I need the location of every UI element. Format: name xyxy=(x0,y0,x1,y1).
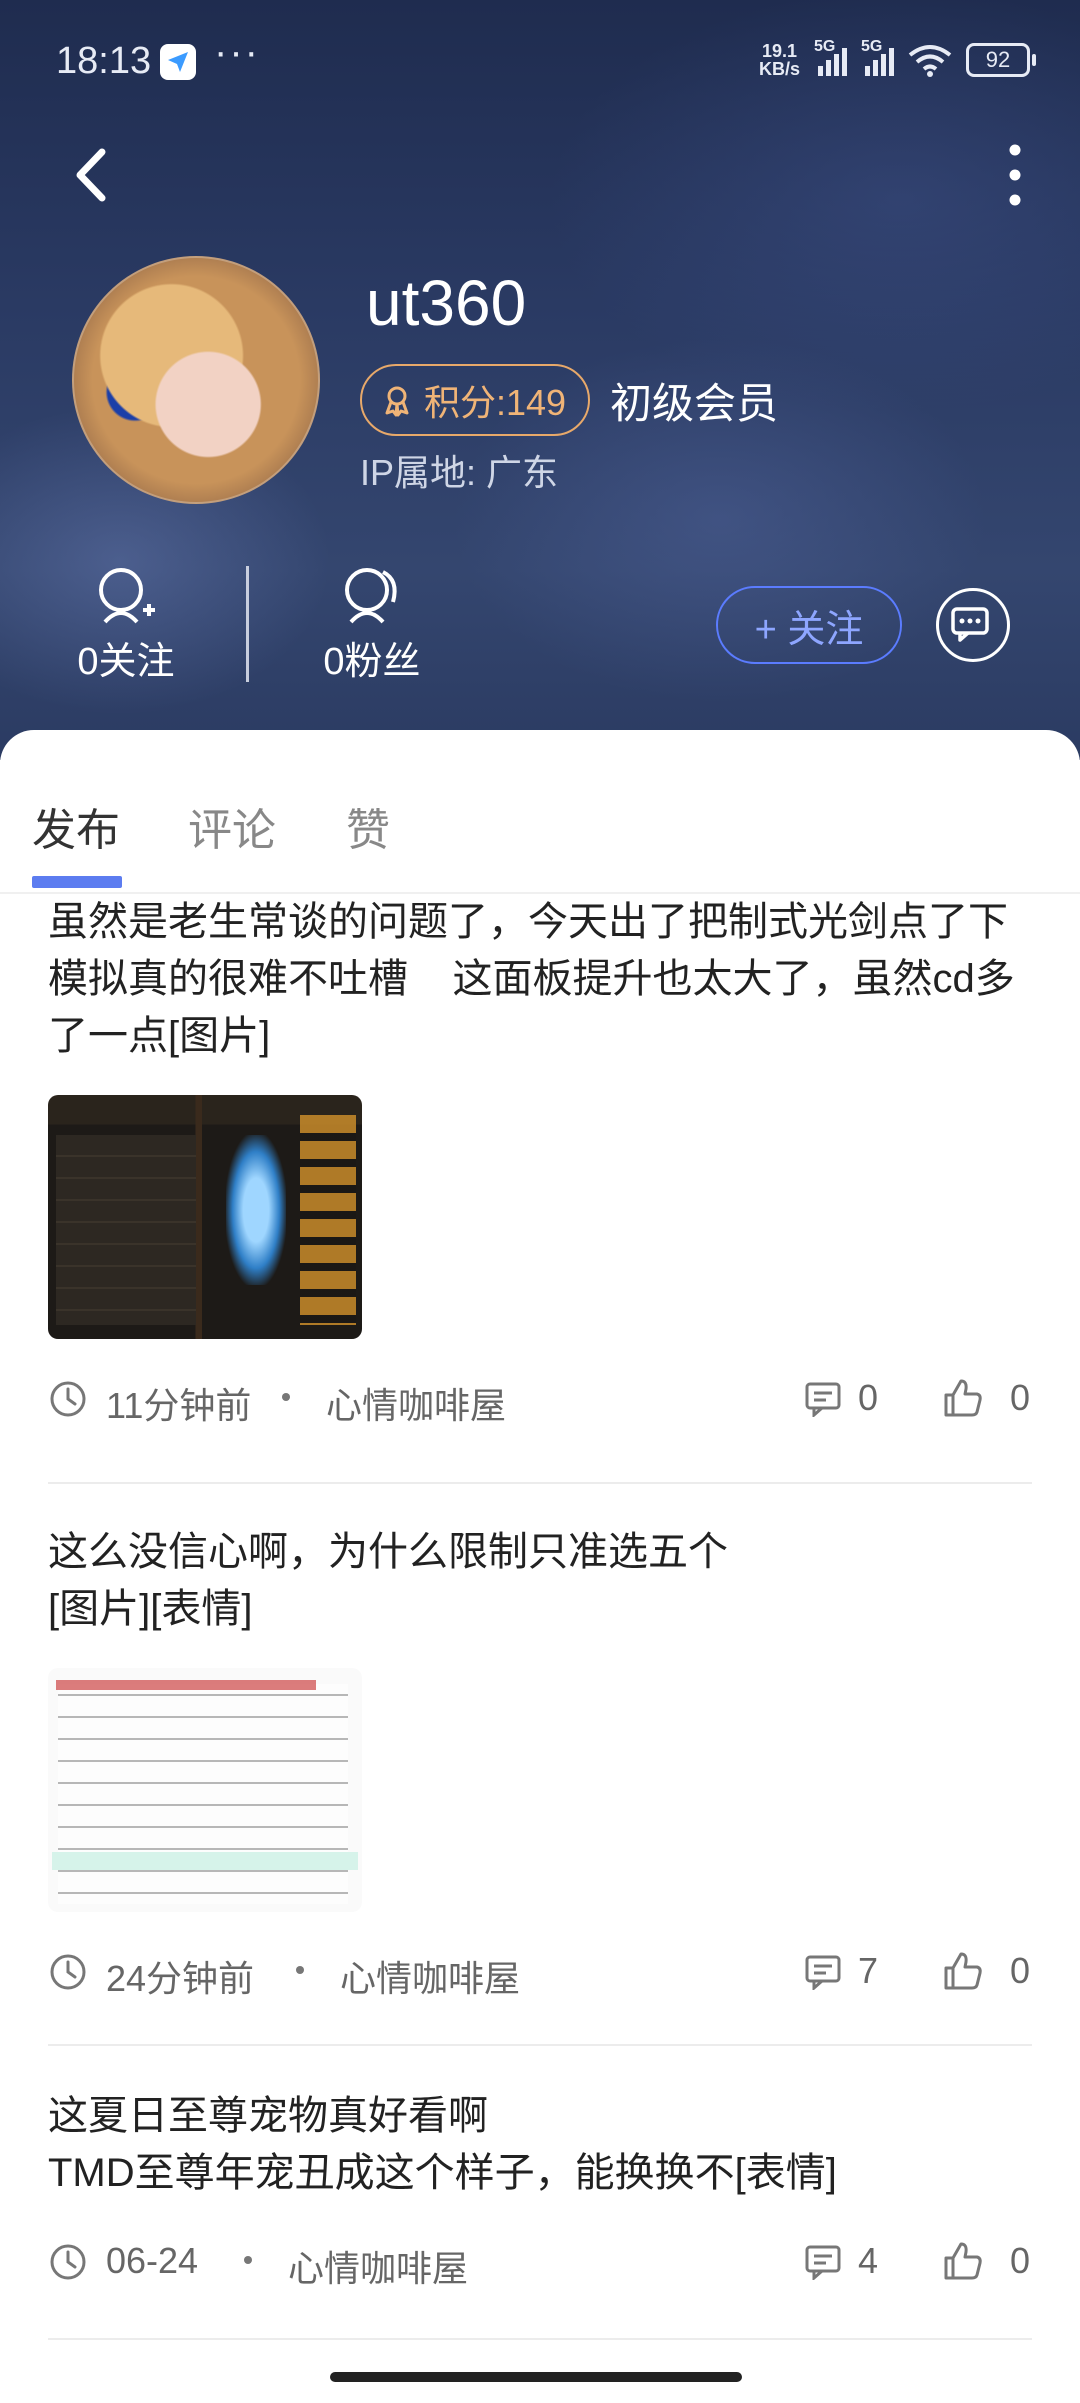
clock-icon xyxy=(50,2244,86,2280)
users-icon xyxy=(337,566,407,626)
following-count[interactable]: 0关注 xyxy=(66,566,186,685)
network-speed: 19.1 KB/s xyxy=(758,41,800,79)
like-count: 0 xyxy=(1010,2240,1031,2281)
post-text: 虽然是老生常谈的问题了，今天出了把制式光剑点了下模拟真的很难不吐槽 这面板提升也… xyxy=(48,900,1015,1058)
comment-icon[interactable] xyxy=(804,2244,842,2280)
post-image[interactable] xyxy=(48,1668,362,1912)
post-time: 24分钟前 xyxy=(106,1958,255,1999)
thumbs-up-icon[interactable] xyxy=(942,1377,984,1419)
thumbs-up-icon[interactable] xyxy=(942,2240,984,2282)
separator-dot xyxy=(244,2256,252,2264)
comment-count: 4 xyxy=(858,2240,879,2281)
status-indicators: 19.1 KB/s 5G 5G 92 xyxy=(758,38,1036,79)
post-meta: 24分钟前 心情咖啡屋 7 0 xyxy=(48,1944,1032,2004)
separator-dot xyxy=(282,1393,290,1401)
stats-divider xyxy=(246,566,249,682)
member-level: 初级会员 xyxy=(610,380,779,427)
chevron-left-icon xyxy=(76,148,106,202)
fans-count[interactable]: 0粉丝 xyxy=(312,566,432,685)
post-time: 11分钟前 xyxy=(106,1385,252,1426)
tab-bar: 发布 评论 赞 xyxy=(0,766,1080,894)
clock-icon xyxy=(50,1381,86,1417)
username: ut360 xyxy=(366,267,527,339)
ip-location: IP属地: 广东 xyxy=(360,452,559,493)
tab-publish[interactable]: 发布 xyxy=(32,794,120,858)
tab-likes[interactable]: 赞 xyxy=(346,794,390,858)
post-time: 06-24 xyxy=(106,2240,199,2281)
comment-count: 7 xyxy=(858,1950,879,1991)
post-meta: 11分钟前 心情咖啡屋 0 0 xyxy=(48,1371,1032,1431)
score-badge[interactable]: 积分:149 xyxy=(360,364,591,436)
more-options-button[interactable] xyxy=(990,140,1040,210)
separator-dot xyxy=(296,1966,304,1974)
tab-comments[interactable]: 评论 xyxy=(188,794,276,858)
wifi-icon xyxy=(908,45,952,77)
status-bar: 18:13 ··· 19.1 KB/s 5G 5G 92 xyxy=(0,0,1080,120)
post-category[interactable]: 心情咖啡屋 xyxy=(326,1377,506,1429)
post-meta: 06-24 心情咖啡屋 4 0 xyxy=(48,2234,1032,2294)
post-image[interactable] xyxy=(48,1095,362,1339)
like-count: 0 xyxy=(1010,1950,1031,1991)
chat-icon xyxy=(951,607,989,642)
follow-button[interactable]: + 关注 xyxy=(716,586,902,664)
signal-icon: 5G xyxy=(814,38,847,76)
post-category[interactable]: 心情咖啡屋 xyxy=(340,1950,520,2002)
avatar[interactable] xyxy=(72,256,320,504)
back-button[interactable] xyxy=(60,140,130,210)
battery-indicator: 92 xyxy=(966,43,1036,77)
status-time: 18:13 xyxy=(56,40,152,82)
active-tab-indicator xyxy=(32,876,122,888)
post-divider xyxy=(48,2044,1032,2046)
post-text: 这么没信心啊，为什么限制只准选五个 [图片][表情] xyxy=(48,1530,728,1631)
home-indicator[interactable] xyxy=(330,2372,742,2382)
message-button[interactable] xyxy=(936,588,1010,662)
telegram-icon xyxy=(160,44,196,80)
post-item[interactable]: 这夏日至尊宠物真好看啊 TMD至尊年宠丑成这个样子，能换换不[表情] 06-24… xyxy=(48,2088,1032,2294)
post-category[interactable]: 心情咖啡屋 xyxy=(288,2240,468,2292)
user-add-icon xyxy=(91,566,161,626)
score-label: 积分:149 xyxy=(424,382,567,423)
medal-icon xyxy=(385,386,409,417)
comment-icon[interactable] xyxy=(804,1381,842,1417)
comment-count: 0 xyxy=(858,1377,879,1418)
post-divider xyxy=(48,1482,1032,1484)
clock-icon xyxy=(50,1954,86,1990)
signal-icon-2: 5G xyxy=(861,38,894,76)
post-item[interactable]: 这么没信心啊，为什么限制只准选五个 [图片][表情] 24分钟前 心情咖啡屋 7… xyxy=(48,1524,1032,2004)
post-divider xyxy=(48,2338,1032,2340)
more-notifications-icon: ··· xyxy=(214,30,260,74)
more-vertical-icon xyxy=(1009,144,1021,206)
like-count: 0 xyxy=(1010,1377,1031,1418)
comment-icon[interactable] xyxy=(804,1954,842,1990)
post-text: 这夏日至尊宠物真好看啊 TMD至尊年宠丑成这个样子，能换换不[表情] xyxy=(48,2094,837,2195)
thumbs-up-icon[interactable] xyxy=(942,1950,984,1992)
post-item[interactable]: 虽然是老生常谈的问题了，今天出了把制式光剑点了下模拟真的很难不吐槽 这面板提升也… xyxy=(48,894,1032,1431)
